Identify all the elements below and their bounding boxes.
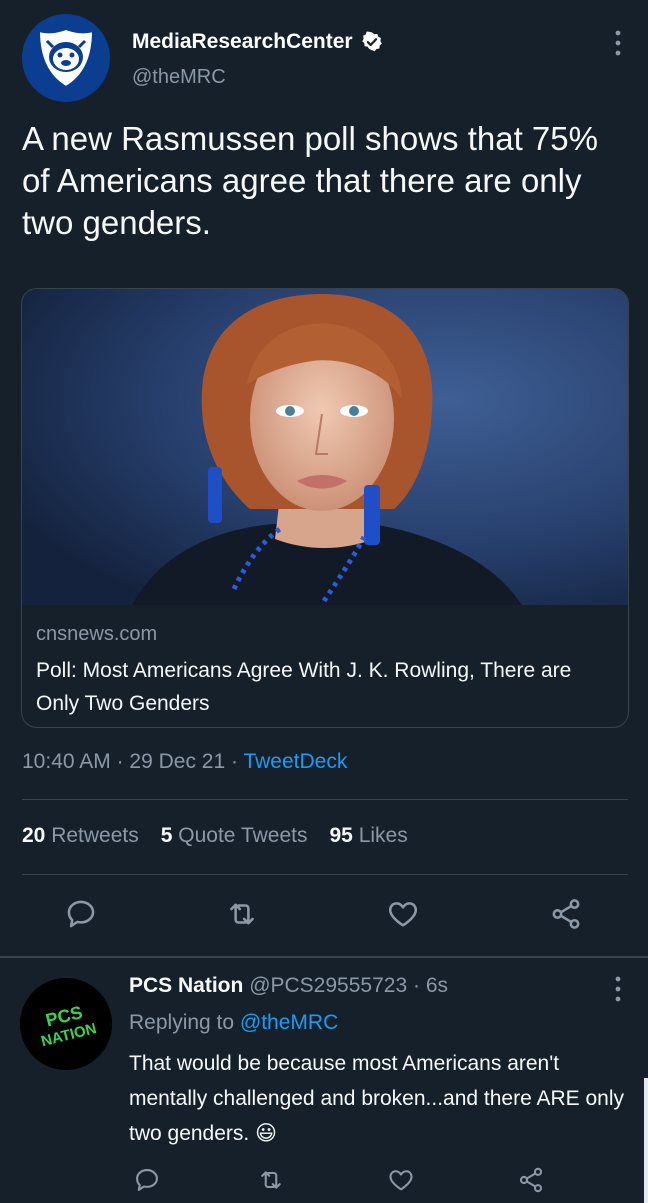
author-name-row[interactable]: MediaResearchCenter [132, 30, 383, 54]
heart-icon [389, 1170, 413, 1191]
tweet-source-link[interactable]: TweetDeck [243, 750, 347, 773]
retweet-icon [230, 903, 254, 925]
share-button[interactable] [549, 897, 583, 931]
retweet-icon [261, 1171, 281, 1189]
section-separator [0, 956, 648, 958]
heart-icon [388, 902, 418, 927]
reply-actions [0, 1162, 648, 1198]
share-icon [552, 899, 580, 929]
tweet-stats: 20 Retweets 5 Quote Tweets 95 Likes [22, 824, 408, 848]
divider [22, 799, 628, 800]
card-body: cnsnews.com Poll: Most Americans Agree W… [36, 623, 616, 720]
retweets-stat[interactable]: 20 Retweets [22, 824, 139, 848]
tweet-text: A new Rasmussen poll shows that 75% of A… [22, 120, 598, 241]
meta-separator: · [116, 750, 124, 773]
author-avatar[interactable] [22, 14, 110, 102]
like-button[interactable] [386, 897, 420, 931]
author-handle[interactable]: @theMRC [132, 66, 226, 89]
retweets-count: 20 [22, 824, 46, 847]
reply-retweet-button[interactable] [257, 1166, 285, 1194]
likes-stat[interactable]: 95 Likes [329, 824, 407, 848]
card-domain: cnsnews.com [36, 623, 158, 645]
pcs-nation-logo-icon: PCS NATION [20, 978, 112, 1070]
reply-icon [136, 1169, 158, 1191]
tweet-time[interactable]: 10:40 AM [22, 750, 111, 773]
tweet-date[interactable]: 29 Dec 21 [129, 750, 225, 773]
card-title: Poll: Most Americans Agree With J. K. Ro… [36, 659, 572, 715]
reply-like-button[interactable] [387, 1166, 415, 1194]
author-display-name[interactable]: MediaResearchCenter [132, 30, 353, 54]
replying-label: Replying to [129, 1011, 235, 1034]
reply-reply-button[interactable] [133, 1166, 161, 1194]
retweet-button[interactable] [225, 897, 259, 931]
tweet-actions [0, 893, 648, 937]
scrollbar-thumb[interactable] [644, 1078, 648, 1203]
quote-tweets-label: Quote Tweets [178, 824, 308, 847]
reply-time-separator: · [412, 974, 420, 997]
quote-tweets-count: 5 [160, 824, 173, 847]
divider [22, 874, 628, 875]
share-icon [519, 1167, 543, 1193]
reply-more-options-icon[interactable] [614, 974, 622, 1004]
reply-display-name[interactable]: PCS Nation [129, 974, 243, 997]
verified-badge-icon [361, 31, 382, 52]
reply-author-avatar[interactable]: PCS NATION [20, 978, 112, 1070]
reply-icon [67, 900, 95, 928]
more-options-icon[interactable] [614, 28, 622, 58]
reply-button[interactable] [64, 897, 98, 931]
reply-share-button[interactable] [517, 1166, 545, 1194]
replying-to-handle[interactable]: @theMRC [240, 1011, 338, 1034]
reply-time[interactable]: 6s [426, 974, 448, 997]
card-image[interactable] [22, 289, 628, 605]
retweets-label: Retweets [51, 824, 139, 847]
replying-to-line: Replying to @theMRC [129, 1011, 338, 1035]
meta-separator: · [231, 750, 238, 773]
bulldog-shield-logo-icon [37, 27, 95, 89]
reply-handle[interactable]: @PCS29555723 [249, 974, 407, 997]
reply-text: That would be because most Americans are… [129, 1052, 624, 1145]
reply-header: PCS Nation @PCS29555723 · 6s [129, 974, 448, 998]
tweet-meta: 10:40 AM · 29 Dec 21 · TweetDeck [22, 750, 347, 774]
tweet-detail-page: MediaResearchCenter @theMRC A new Rasmus… [0, 0, 648, 1203]
likes-label: Likes [358, 824, 408, 847]
likes-count: 95 [329, 824, 353, 847]
link-card[interactable]: cnsnews.com Poll: Most Americans Agree W… [21, 288, 629, 728]
quote-tweets-stat[interactable]: 5 Quote Tweets [161, 824, 308, 848]
